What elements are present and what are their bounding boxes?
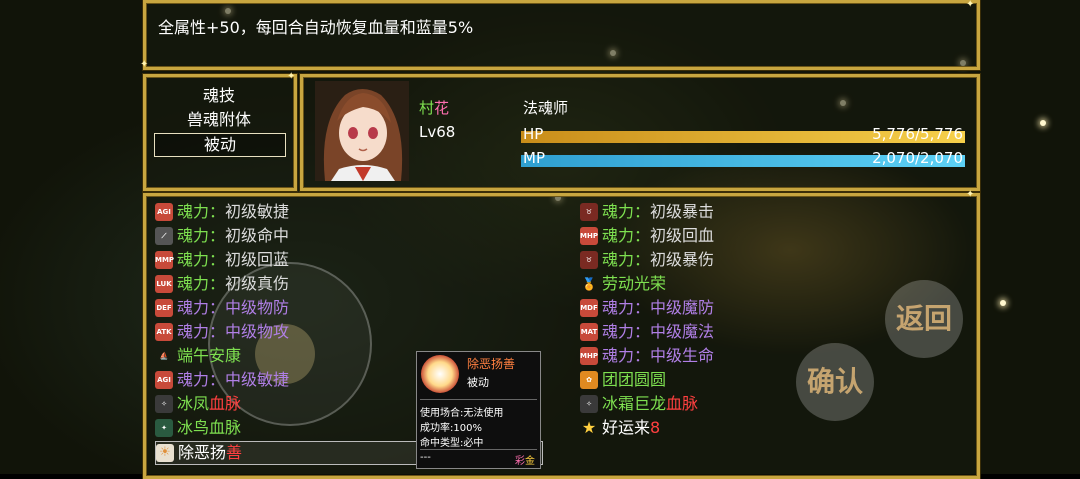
tooltip-hit-type: 命中类型:必中: [420, 438, 484, 449]
phoenix-icon: ✧: [580, 395, 598, 413]
sun-icon: ☀: [156, 444, 174, 462]
skill-description: 全属性+50，每回合自动恢复血量和蓝量5%: [158, 18, 474, 37]
skill-sun-icon: [421, 355, 459, 393]
skill-name: 魂力：中级魔防: [602, 298, 715, 317]
medal-icon: 🏅: [581, 277, 597, 291]
frame-corner-ornament: ✦: [966, 0, 975, 10]
def-icon: DEF: [155, 299, 173, 317]
character-level: Lv68: [419, 123, 456, 141]
skill-name: 魂力：初级真伤: [177, 274, 290, 293]
bird-icon: ✦: [155, 419, 173, 437]
menu-item-passive[interactable]: 被动: [154, 133, 286, 157]
menu-item-soul-skill[interactable]: 魂技: [154, 85, 284, 107]
tooltip-divider: [420, 449, 537, 450]
mat-icon: MAT: [580, 323, 598, 341]
skill-name: 魂力：中级物防: [177, 298, 290, 317]
mhp-icon: MHP: [580, 227, 598, 245]
luk-icon: LUK: [155, 275, 173, 293]
agi-icon: AGI: [155, 371, 173, 389]
atk-icon: ATK: [155, 323, 173, 341]
skill-name: 除恶扬善: [178, 443, 243, 462]
skill-name: 魂力：初级敏捷: [177, 202, 290, 221]
tooltip-divider: [420, 399, 537, 400]
star-icon: ★: [581, 418, 597, 437]
bull-icon: ♉: [580, 251, 598, 269]
character-name: 村花: [419, 99, 450, 117]
skill-name: 冰凤血脉: [177, 394, 242, 413]
frame-corner-ornament: ✦: [140, 59, 149, 70]
mp-label: MP: [523, 149, 545, 167]
character-job: 法魂师: [523, 99, 569, 117]
character-portrait: [315, 81, 409, 181]
skill-name: 魂力：中级敏捷: [177, 370, 290, 389]
star-sparkle: [1040, 120, 1046, 126]
skill-name: 魂力：中级物攻: [177, 322, 290, 341]
menu-item-beast-soul[interactable]: 兽魂附体: [154, 109, 284, 131]
mmp-icon: MMP: [155, 251, 174, 269]
claw-icon: ⟋: [155, 227, 173, 245]
skill-name: 魂力：中级生命: [602, 346, 715, 365]
frame-corner-ornament: ✦: [966, 189, 975, 200]
tooltip-skill-type: 被动: [467, 376, 489, 389]
skill-tooltip: 除恶扬善 被动 使用场合:无法使用 成功率:100% 命中类型:必中 --- 彩…: [416, 351, 541, 469]
skill-name: 魂力：初级回血: [602, 226, 715, 245]
bull-icon: ♉: [580, 203, 598, 221]
frame-corner-ornament: ✦: [287, 71, 296, 82]
mp-value: 2,070/2,070: [872, 149, 963, 167]
skill-name: 团团圆圆: [602, 370, 667, 389]
tooltip-usage: 使用场合:无法使用: [420, 408, 504, 419]
skill-name: 好运来8: [602, 418, 661, 437]
tooltip-success-rate: 成功率:100%: [420, 423, 482, 434]
skill-name: 端午安康: [177, 346, 242, 365]
description-panel: 全属性+50，每回合自动恢复血量和蓝量5%: [143, 0, 980, 70]
back-button[interactable]: 返回: [885, 280, 963, 358]
mp-bar: MP 2,070/2,070: [521, 149, 965, 167]
hp-value: 5,776/5,776: [872, 125, 963, 143]
skill-name: 冰霜巨龙血脉: [602, 394, 699, 413]
skill-name: 魂力：中级魔法: [602, 322, 715, 341]
flower-icon: ✿: [580, 371, 598, 389]
hp-bar: HP 5,776/5,776: [521, 125, 965, 143]
skill-name: 魂力：初级命中: [177, 226, 290, 245]
confirm-button[interactable]: 确认: [796, 343, 874, 421]
skill-name: 魂力：初级回蓝: [177, 250, 290, 269]
phoenix-icon: ✧: [155, 395, 173, 413]
character-info-panel: 村花 Lv68 法魂师 HP 5,776/5,776 MP 2,070/2,07…: [300, 74, 980, 191]
agi-icon: AGI: [155, 203, 173, 221]
mhp-icon: MHP: [580, 347, 598, 365]
hp-label: HP: [523, 125, 544, 143]
mdf-icon: MDF: [580, 299, 598, 317]
star-sparkle: [1000, 300, 1006, 306]
skill-category-menu: 魂技 兽魂附体 被动: [143, 74, 297, 191]
tooltip-footer: ---: [420, 452, 431, 463]
skill-name: 魂力：初级暴伤: [602, 250, 715, 269]
dragon-boat-icon: ⛵: [159, 352, 169, 360]
skill-name: 劳动光荣: [602, 274, 667, 293]
skill-name: 冰鸟血脉: [177, 418, 242, 437]
tooltip-skill-name: 除恶扬善: [467, 357, 516, 371]
tooltip-rarity: 彩金: [515, 456, 535, 467]
skill-name: 魂力：初级暴击: [602, 202, 715, 221]
